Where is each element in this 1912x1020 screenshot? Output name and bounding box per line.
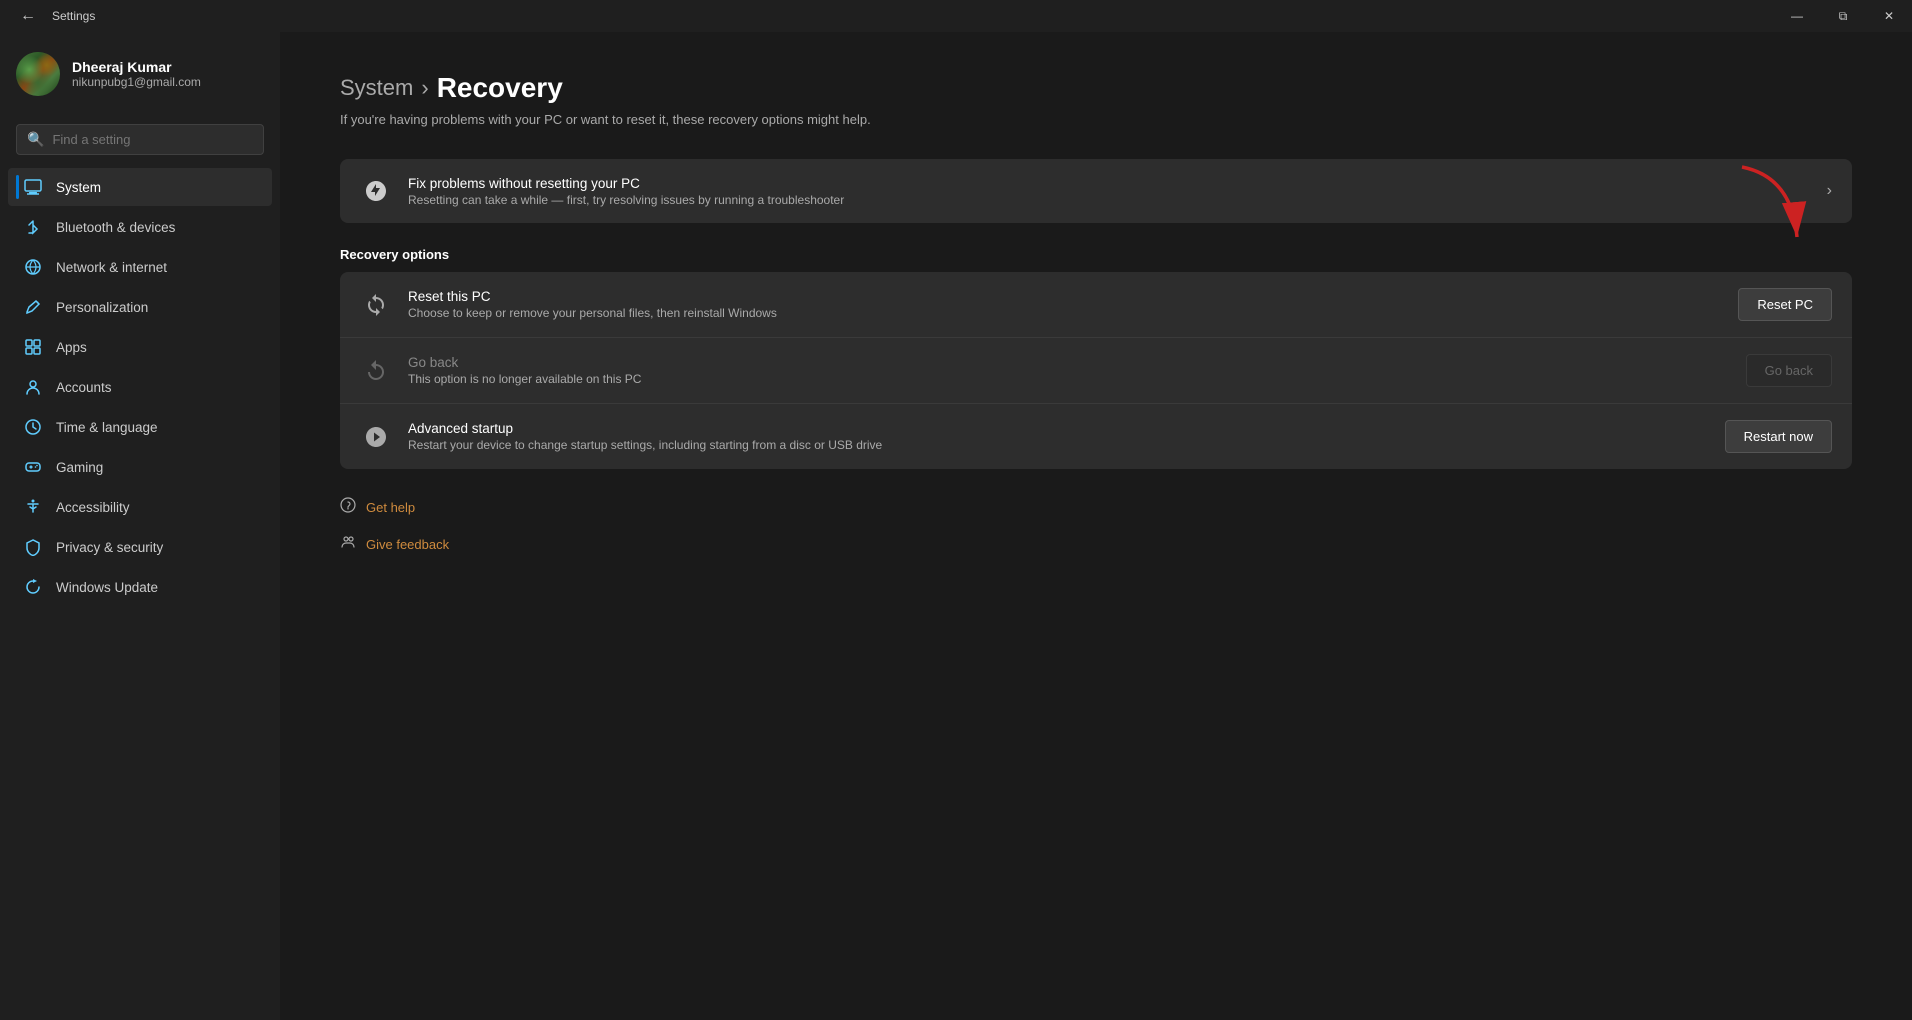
minimize-button[interactable]: — xyxy=(1774,0,1820,32)
page-subtitle: If you're having problems with your PC o… xyxy=(340,112,1852,127)
update-icon xyxy=(24,578,42,596)
nav-apps[interactable]: Apps xyxy=(8,328,272,366)
nav-update-label: Windows Update xyxy=(56,580,158,595)
nav-accounts[interactable]: Accounts xyxy=(8,368,272,406)
titlebar-title: Settings xyxy=(52,9,95,23)
advanced-startup-text: Advanced startup Restart your device to … xyxy=(408,421,1709,452)
fix-problems-card: Fix problems without resetting your PC R… xyxy=(340,159,1852,223)
reset-pc-button[interactable]: Reset PC xyxy=(1738,288,1832,321)
apps-icon xyxy=(24,338,42,356)
reset-pc-title: Reset this PC xyxy=(408,289,1722,304)
nav-gaming[interactable]: Gaming xyxy=(8,448,272,486)
restart-now-button[interactable]: Restart now xyxy=(1725,420,1832,453)
advanced-startup-title: Advanced startup xyxy=(408,421,1709,436)
nav-system-label: System xyxy=(56,180,101,195)
page-header: System › Recovery xyxy=(340,72,1852,104)
chevron-right-icon: › xyxy=(1827,182,1832,200)
reset-pc-item: Reset this PC Choose to keep or remove y… xyxy=(340,272,1852,338)
go-back-title: Go back xyxy=(408,355,1730,370)
nav-privacy[interactable]: Privacy & security xyxy=(8,528,272,566)
accessibility-icon xyxy=(24,498,42,516)
nav-accessibility-label: Accessibility xyxy=(56,500,130,515)
nav-personalization[interactable]: Personalization xyxy=(8,288,272,326)
advanced-startup-item: Advanced startup Restart your device to … xyxy=(340,404,1852,469)
recovery-options-label: Recovery options xyxy=(340,247,1852,262)
get-help-item[interactable]: Get help xyxy=(340,489,1852,526)
nav-gaming-label: Gaming xyxy=(56,460,103,475)
fix-problems-text: Fix problems without resetting your PC R… xyxy=(408,176,1811,207)
breadcrumb-parent[interactable]: System xyxy=(340,75,413,101)
fix-problems-desc: Resetting can take a while — first, try … xyxy=(408,193,1811,207)
sidebar: Dheeraj Kumar nikunpubg1@gmail.com 🔍 Sys… xyxy=(0,32,280,1020)
user-email: nikunpubg1@gmail.com xyxy=(72,75,201,89)
nav-bluetooth-label: Bluetooth & devices xyxy=(56,220,175,235)
search-box: 🔍 xyxy=(16,124,264,155)
time-icon xyxy=(24,418,42,436)
reset-pc-text: Reset this PC Choose to keep or remove y… xyxy=(408,289,1722,320)
nav-network-label: Network & internet xyxy=(56,260,167,275)
nav-time-label: Time & language xyxy=(56,420,158,435)
user-info: Dheeraj Kumar nikunpubg1@gmail.com xyxy=(72,59,201,89)
gaming-icon xyxy=(24,458,42,476)
titlebar-controls: — ⧉ ✕ xyxy=(1774,0,1912,32)
recovery-section-wrapper: Recovery options xyxy=(340,247,1852,469)
go-back-text: Go back This option is no longer availab… xyxy=(408,355,1730,386)
links-section: Get help Give feedback xyxy=(340,489,1852,563)
fix-problems-item[interactable]: Fix problems without resetting your PC R… xyxy=(340,159,1852,223)
fix-problems-title: Fix problems without resetting your PC xyxy=(408,176,1811,191)
accounts-icon xyxy=(24,378,42,396)
nav-time[interactable]: Time & language xyxy=(8,408,272,446)
give-feedback-item[interactable]: Give feedback xyxy=(340,526,1852,563)
system-icon xyxy=(24,178,42,196)
nav-bluetooth[interactable]: Bluetooth & devices xyxy=(8,208,272,246)
fix-problems-icon xyxy=(360,175,392,207)
nav-network[interactable]: Network & internet xyxy=(8,248,272,286)
advanced-startup-icon xyxy=(360,421,392,453)
close-button[interactable]: ✕ xyxy=(1866,0,1912,32)
advanced-startup-desc: Restart your device to change startup se… xyxy=(408,438,1709,452)
network-icon xyxy=(24,258,42,276)
go-back-action: Go back xyxy=(1746,354,1832,387)
give-feedback-icon xyxy=(340,534,356,555)
avatar xyxy=(16,52,60,96)
titlebar-left: ← Settings xyxy=(12,0,95,32)
main-content: System › Recovery If you're having probl… xyxy=(280,32,1912,1020)
nav-accessibility[interactable]: Accessibility xyxy=(8,488,272,526)
get-help-icon xyxy=(340,497,356,518)
breadcrumb-current: Recovery xyxy=(437,72,563,104)
app-body: Dheeraj Kumar nikunpubg1@gmail.com 🔍 Sys… xyxy=(0,32,1912,1020)
titlebar: ← Settings — ⧉ ✕ xyxy=(0,0,1912,32)
nav-apps-label: Apps xyxy=(56,340,87,355)
go-back-item: Go back This option is no longer availab… xyxy=(340,338,1852,404)
search-input[interactable] xyxy=(52,132,253,147)
personalization-icon xyxy=(24,298,42,316)
fix-problems-action: › xyxy=(1827,182,1832,200)
get-help-link[interactable]: Get help xyxy=(366,500,415,515)
bluetooth-icon xyxy=(24,218,42,236)
recovery-options-card: Reset this PC Choose to keep or remove y… xyxy=(340,272,1852,469)
advanced-startup-action: Restart now xyxy=(1725,420,1832,453)
go-back-desc: This option is no longer available on th… xyxy=(408,372,1730,386)
user-section[interactable]: Dheeraj Kumar nikunpubg1@gmail.com xyxy=(0,32,280,116)
go-back-button: Go back xyxy=(1746,354,1832,387)
reset-pc-desc: Choose to keep or remove your personal f… xyxy=(408,306,1722,320)
go-back-icon xyxy=(360,355,392,387)
nav-system[interactable]: System xyxy=(8,168,272,206)
privacy-icon xyxy=(24,538,42,556)
breadcrumb-separator: › xyxy=(421,75,428,101)
back-button[interactable]: ← xyxy=(12,0,44,32)
nav-accounts-label: Accounts xyxy=(56,380,112,395)
maximize-button[interactable]: ⧉ xyxy=(1820,0,1866,32)
reset-pc-icon xyxy=(360,289,392,321)
search-container: 🔍 xyxy=(0,116,280,163)
reset-pc-action: Reset PC xyxy=(1738,288,1832,321)
nav-privacy-label: Privacy & security xyxy=(56,540,163,555)
give-feedback-link[interactable]: Give feedback xyxy=(366,537,449,552)
nav-update[interactable]: Windows Update xyxy=(8,568,272,606)
search-icon: 🔍 xyxy=(27,131,44,148)
user-name: Dheeraj Kumar xyxy=(72,59,201,75)
nav-personalization-label: Personalization xyxy=(56,300,148,315)
